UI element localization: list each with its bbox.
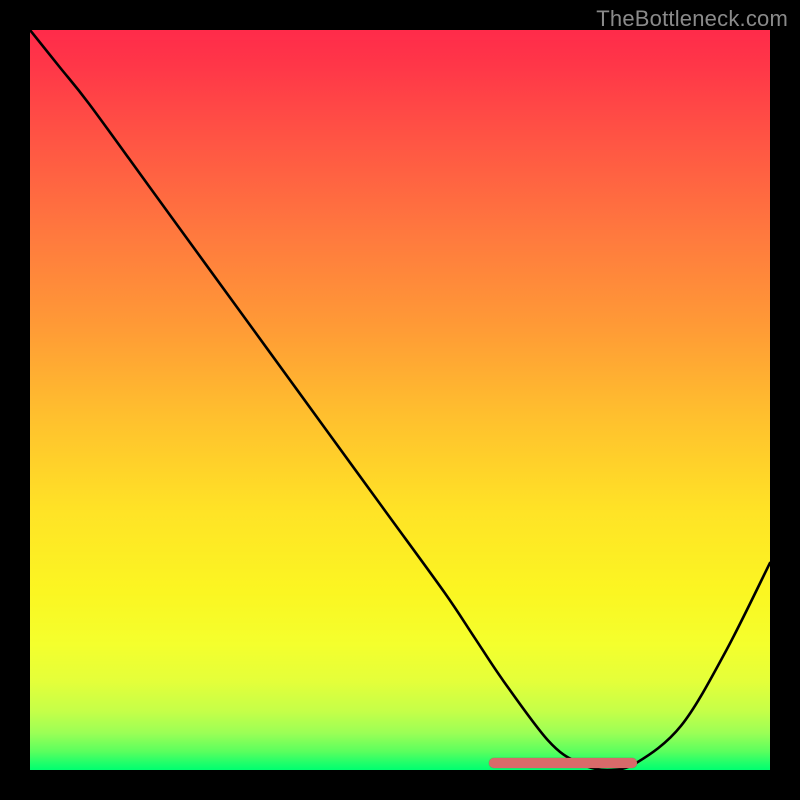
plot-area xyxy=(30,30,770,770)
bottleneck-curve xyxy=(30,30,770,770)
optimal-range-marker xyxy=(489,758,637,768)
watermark-text: TheBottleneck.com xyxy=(596,6,788,32)
chart-container: TheBottleneck.com xyxy=(0,0,800,800)
curve-path xyxy=(30,30,770,770)
